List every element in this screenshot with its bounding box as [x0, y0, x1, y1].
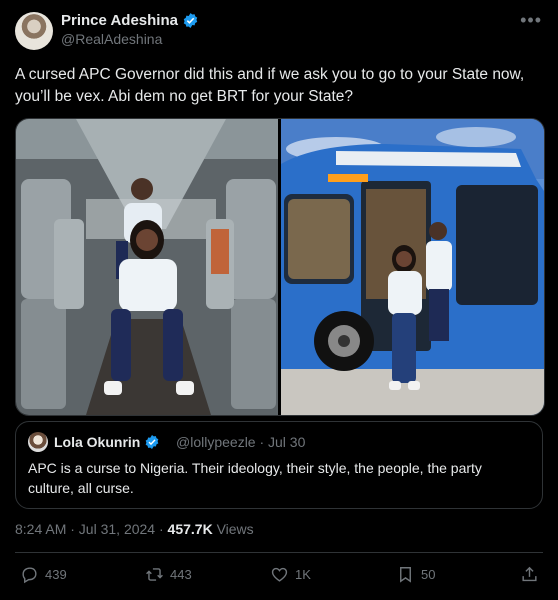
verified-badge-icon: [146, 435, 159, 449]
quoted-author-avatar[interactable]: [28, 432, 48, 452]
author-handle[interactable]: @RealAdeshina: [61, 31, 162, 47]
quoted-tweet-text: APC is a curse to Nigeria. Their ideolog…: [28, 460, 482, 496]
share-button[interactable]: [520, 565, 539, 584]
tweet-media[interactable]: [15, 118, 545, 416]
divider: [15, 552, 543, 553]
tweet-timestamp[interactable]: 8:24 AM · Jul 31, 2024 ·: [15, 521, 168, 537]
quoted-handle-date: @lollypeezle · Jul 30: [176, 434, 306, 450]
bookmark-count: 50: [421, 567, 436, 582]
timestamp-views: 8:24 AM · Jul 31, 2024 · 457.7K Views: [15, 521, 254, 537]
quoted-tweet[interactable]: Lola Okunrin @lollypeezle · Jul 30 APC i…: [15, 421, 543, 509]
author-name[interactable]: Prince Adeshina: [61, 12, 178, 29]
reply-count: 439: [45, 567, 67, 582]
like-count: 1K: [295, 567, 311, 582]
repost-icon: [146, 568, 163, 581]
reply-icon: [22, 567, 37, 584]
like-button[interactable]: 1K: [270, 565, 311, 584]
repost-count: 443: [170, 567, 192, 582]
bookmark-icon: [400, 567, 411, 583]
more-options-icon[interactable]: •••: [520, 10, 542, 31]
verified-badge-icon: [183, 13, 198, 28]
views-label: Views: [212, 521, 254, 537]
view-count: 457.7K: [167, 521, 213, 537]
reply-button[interactable]: 439: [20, 565, 67, 584]
photo-bus-interior[interactable]: [16, 119, 278, 415]
photo-brt-bus[interactable]: [281, 119, 544, 415]
repost-button[interactable]: 443: [145, 565, 192, 584]
author-avatar[interactable]: [15, 12, 53, 50]
share-icon: [522, 566, 537, 582]
tweet-text: A cursed APC Governor did this and if we…: [15, 66, 525, 105]
heart-icon: [271, 567, 288, 582]
quoted-author-name-row[interactable]: Lola Okunrin: [54, 434, 160, 450]
bookmark-button[interactable]: 50: [396, 565, 435, 584]
author-name-row[interactable]: Prince Adeshina: [61, 12, 199, 29]
quoted-author-name[interactable]: Lola Okunrin: [54, 434, 140, 450]
